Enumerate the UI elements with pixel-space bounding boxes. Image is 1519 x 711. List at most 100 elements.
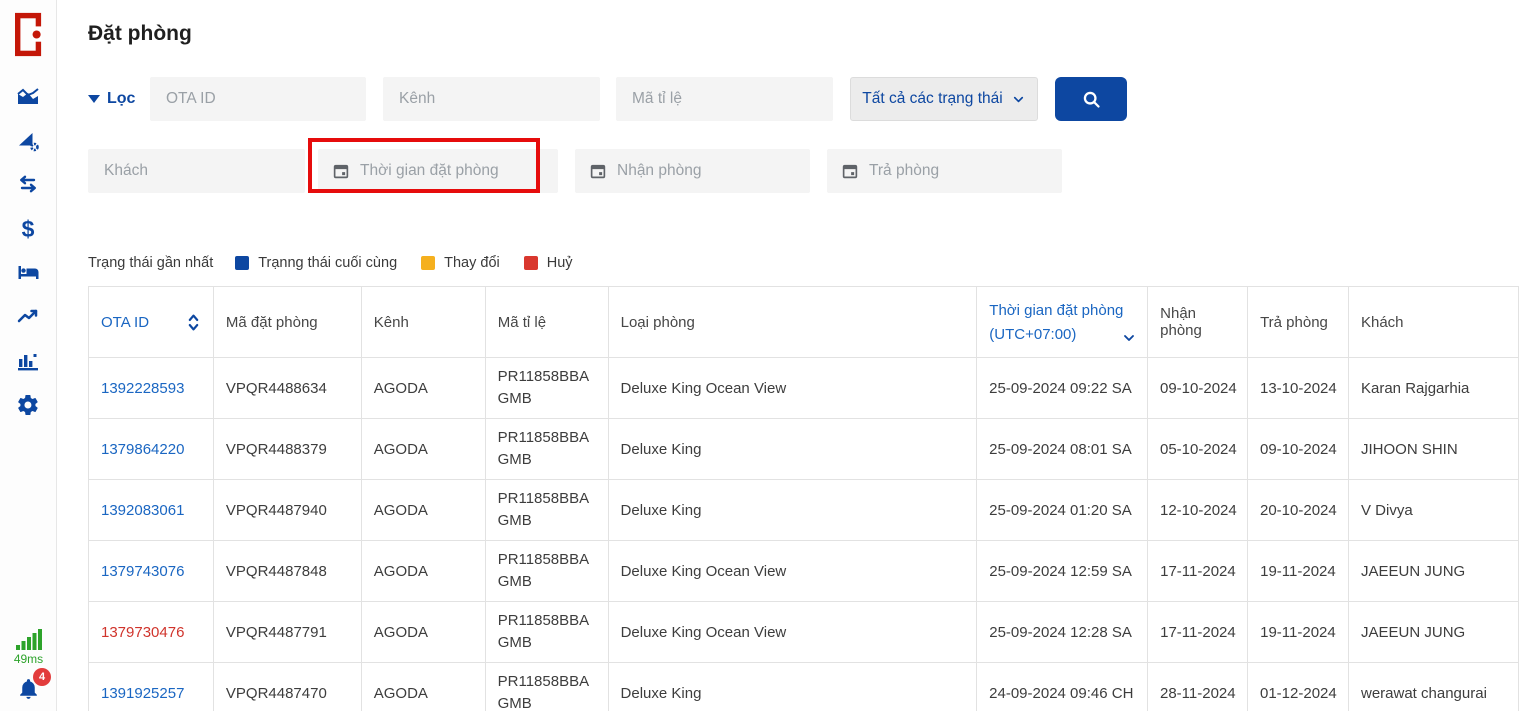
legend-swatch-red (524, 256, 538, 270)
transfer-arrows-icon[interactable] (15, 172, 41, 198)
latency-label: 49ms (14, 652, 43, 666)
table-header-row: OTA ID Mã đặt phòng Kênh Mã tỉ lệ Loại p… (89, 287, 1519, 358)
notifications-button[interactable]: 4 (16, 676, 41, 706)
sidebar: $ (0, 0, 57, 711)
booking-time-cell: 25-09-2024 01:20 SA (977, 480, 1148, 541)
app-logo[interactable] (15, 12, 42, 62)
check-out-cell: 19-11-2024 (1248, 602, 1349, 663)
room-type-cell: Deluxe King (609, 663, 978, 711)
header-booking-time[interactable]: Thời gian đặt phòng (UTC+07:00) (977, 287, 1148, 358)
check-in-cell: 09-10-2024 (1148, 358, 1248, 419)
booking-code-cell: VPQR4487940 (214, 480, 362, 541)
check-out-cell: 09-10-2024 (1248, 419, 1349, 480)
dollar-glyph: $ (22, 218, 35, 241)
check-in-picker[interactable] (575, 149, 810, 193)
channel-cell: AGODA (362, 358, 486, 419)
rate-code-cell: PR11858BBAGMB (498, 610, 596, 654)
bed-icon[interactable] (15, 260, 41, 286)
room-type-cell: Deluxe King (609, 480, 978, 541)
check-out-cell: 13-10-2024 (1248, 358, 1349, 419)
booking-time-input[interactable] (360, 162, 558, 180)
header-rate-code: Mã tỉ lệ (486, 287, 609, 358)
notification-badge: 4 (33, 668, 51, 686)
booking-code-cell: VPQR4488379 (214, 419, 362, 480)
table-row: 1392083061 VPQR4487940 AGODA PR11858BBAG… (89, 480, 1519, 541)
filter-toggle[interactable]: Lọc (88, 90, 150, 108)
filter-toggle-label: Lọc (107, 90, 135, 108)
channel-cell: AGODA (362, 419, 486, 480)
main-content: Đặt phòng Lọc Tất cả các trạng thái (57, 0, 1519, 711)
trending-up-icon[interactable] (15, 304, 41, 330)
booking-time-cell: 25-09-2024 09:22 SA (977, 358, 1148, 419)
sort-icon[interactable] (186, 313, 201, 332)
ota-id-link[interactable]: 1392083061 (101, 502, 184, 519)
table-row: 1379730476 VPQR4487791 AGODA PR11858BBAG… (89, 602, 1519, 663)
ota-id-link[interactable]: 1379864220 (101, 441, 184, 458)
dollar-icon[interactable]: $ (15, 216, 41, 242)
page-title: Đặt phòng (88, 22, 1519, 46)
check-out-cell: 19-11-2024 (1248, 541, 1349, 602)
table-row: 1379864220 VPQR4488379 AGODA PR11858BBAG… (89, 419, 1519, 480)
calendar-icon (589, 162, 607, 180)
booking-code-cell: VPQR4488634 (214, 358, 362, 419)
header-room-type: Loại phòng (609, 287, 978, 358)
filters-row-1: Lọc Tất cả các trạng thái (88, 77, 1519, 121)
header-check-in: Nhận phòng (1148, 287, 1248, 358)
room-type-cell: Deluxe King Ocean View (609, 602, 978, 663)
search-button[interactable] (1055, 77, 1127, 121)
booking-time-field-wrap (318, 149, 558, 193)
status-dropdown[interactable]: Tất cả các trạng thái (850, 77, 1038, 121)
legend-item-final-status: Trạnng thái cuối cùng (235, 255, 397, 271)
booking-time-cell: 25-09-2024 08:01 SA (977, 419, 1148, 480)
header-channel: Kênh (362, 287, 486, 358)
check-in-cell: 28-11-2024 (1148, 663, 1248, 711)
rate-code-cell: PR11858BBAGMB (498, 427, 596, 471)
room-type-cell: Deluxe King Ocean View (609, 358, 978, 419)
booking-code-cell: VPQR4487791 (214, 602, 362, 663)
booking-time-cell: 24-09-2024 09:46 CH (977, 663, 1148, 711)
room-type-cell: Deluxe King (609, 419, 978, 480)
rate-code-cell: PR11858BBAGMB (498, 488, 596, 532)
chevron-down-icon (1011, 92, 1026, 107)
legend-title: Trạng thái gần nhất (88, 255, 213, 271)
ota-id-link[interactable]: 1391925257 (101, 685, 184, 702)
channel-cell: AGODA (362, 663, 486, 711)
analytics-gear-icon[interactable] (15, 128, 41, 154)
chevron-down-icon (1121, 330, 1137, 346)
check-out-cell: 20-10-2024 (1248, 480, 1349, 541)
triangle-down-icon (88, 95, 100, 103)
guest-input[interactable] (88, 149, 305, 193)
guest-cell: werawat changurai (1349, 663, 1519, 711)
table-row: 1379743076 VPQR4487848 AGODA PR11858BBAG… (89, 541, 1519, 602)
check-in-input[interactable] (617, 162, 810, 180)
check-out-picker[interactable] (827, 149, 1062, 193)
booking-time-picker[interactable] (318, 149, 558, 193)
area-chart-icon[interactable] (15, 84, 41, 110)
room-type-cell: Deluxe King Ocean View (609, 541, 978, 602)
channel-cell: AGODA (362, 602, 486, 663)
ota-id-input[interactable] (150, 77, 366, 121)
guest-cell: JAEEUN JUNG (1349, 602, 1519, 663)
ota-id-link[interactable]: 1379743076 (101, 563, 184, 580)
header-check-out: Trả phòng (1248, 287, 1349, 358)
rate-code-input[interactable] (616, 77, 833, 121)
connection-status: 49ms 4 (0, 627, 57, 706)
header-ota-id[interactable]: OTA ID (89, 287, 214, 358)
calendar-icon (841, 162, 859, 180)
legend-item-changed: Thay đổi (421, 255, 500, 271)
booking-time-cell: 25-09-2024 12:28 SA (977, 602, 1148, 663)
status-legend: Trạng thái gần nhất Trạnng thái cuối cùn… (88, 254, 1519, 272)
table-row: 1392228593 VPQR4488634 AGODA PR11858BBAG… (89, 358, 1519, 419)
calendar-icon (332, 162, 350, 180)
check-in-cell: 17-11-2024 (1148, 541, 1248, 602)
bar-chart-icon[interactable] (15, 348, 41, 374)
check-out-input[interactable] (869, 162, 1062, 180)
booking-code-cell: VPQR4487848 (214, 541, 362, 602)
check-in-cell: 05-10-2024 (1148, 419, 1248, 480)
ota-id-link[interactable]: 1392228593 (101, 380, 184, 397)
rate-code-cell: PR11858BBAGMB (498, 671, 596, 711)
channel-input[interactable] (383, 77, 600, 121)
ota-id-link[interactable]: 1379730476 (101, 624, 184, 641)
settings-icon[interactable] (15, 392, 41, 418)
bookings-table: OTA ID Mã đặt phòng Kênh Mã tỉ lệ Loại p… (88, 286, 1519, 711)
